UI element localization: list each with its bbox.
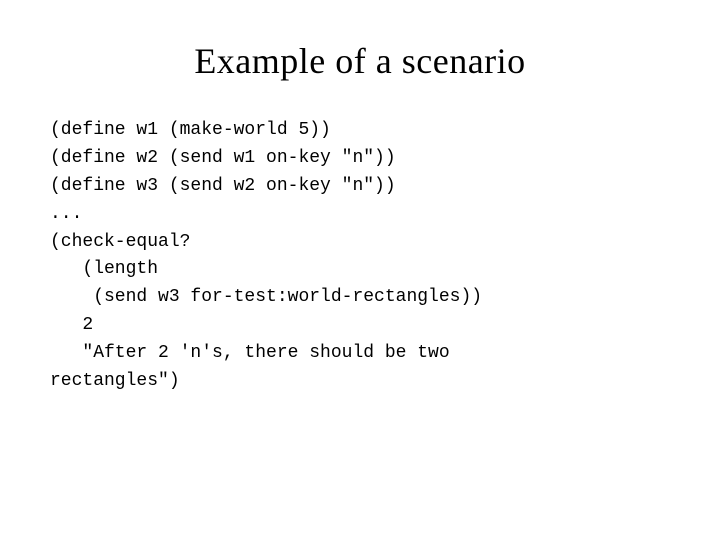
code-block: (define w1 (make-world 5)) (define w2 (s… — [50, 117, 670, 396]
slide-title: Example of a scenario — [50, 40, 670, 82]
slide-container: Example of a scenario (define w1 (make-w… — [0, 0, 720, 540]
